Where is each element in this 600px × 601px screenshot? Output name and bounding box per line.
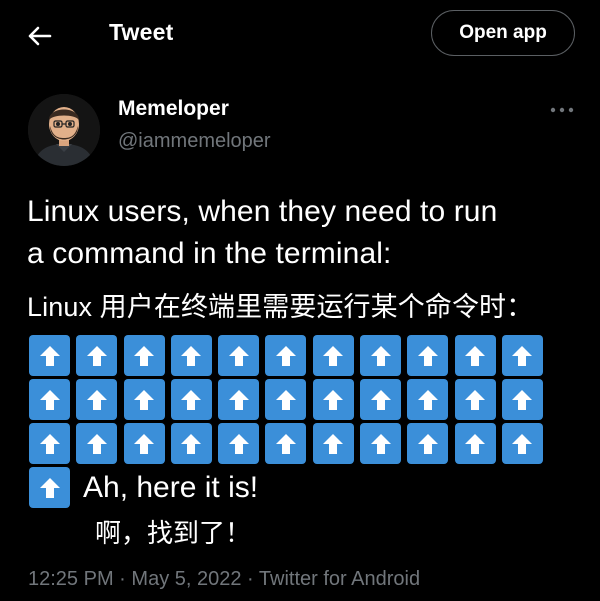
- up-arrow-emoji: [170, 379, 212, 420]
- tweet-time[interactable]: 12:25 PM: [28, 568, 114, 590]
- author-name[interactable]: Memeloper: [118, 97, 229, 121]
- up-arrow-emoji: [218, 335, 260, 376]
- tweet-text-line-1: Linux users, when they need to run: [27, 195, 498, 228]
- up-arrow-emoji: [170, 423, 212, 464]
- up-arrow-emoji-grid: [29, 335, 543, 464]
- tweet-text-line-2: a command in the terminal:: [27, 237, 392, 270]
- up-arrow-emoji: [454, 379, 496, 420]
- up-arrow-emoji: [501, 335, 543, 376]
- up-arrow-emoji: [312, 379, 354, 420]
- up-arrow-emoji: [29, 467, 70, 508]
- avatar-illustration: [28, 94, 100, 166]
- up-arrow-emoji: [407, 335, 449, 376]
- up-arrow-emoji: [29, 423, 70, 464]
- up-arrow-emoji: [407, 423, 449, 464]
- up-arrow-emoji: [170, 335, 212, 376]
- up-arrow-emoji: [360, 335, 402, 376]
- meta-separator: ·: [247, 568, 254, 590]
- more-options-button[interactable]: [548, 100, 576, 120]
- open-app-button[interactable]: Open app: [431, 10, 575, 56]
- tweet-punchline-chinese: 啊，找到了！: [95, 518, 252, 548]
- up-arrow-emoji: [76, 423, 118, 464]
- up-arrow-emoji: [265, 379, 307, 420]
- up-arrow-emoji: [123, 423, 165, 464]
- up-arrow-emoji: [407, 379, 449, 420]
- up-arrow-emoji: [360, 423, 402, 464]
- up-arrow-emoji: [218, 423, 260, 464]
- up-arrow-emoji: [312, 335, 354, 376]
- up-arrow-emoji: [312, 423, 354, 464]
- tweet-page: Tweet Open app Memeloper @iammemeloper L…: [0, 0, 600, 601]
- up-arrow-emoji: [501, 379, 543, 420]
- up-arrow-emoji: [123, 379, 165, 420]
- avatar[interactable]: [28, 94, 100, 166]
- up-arrow-emoji-last-row: [29, 467, 70, 508]
- up-arrow-emoji: [501, 423, 543, 464]
- up-arrow-emoji: [454, 423, 496, 464]
- author-handle[interactable]: @iammemeloper: [118, 130, 271, 153]
- tweet-meta: 12:25 PM · May 5, 2022 · Twitter for And…: [28, 568, 420, 591]
- up-arrow-emoji: [265, 335, 307, 376]
- up-arrow-emoji: [218, 379, 260, 420]
- up-arrow-emoji: [454, 335, 496, 376]
- back-arrow-icon: [28, 26, 52, 46]
- tweet-source[interactable]: Twitter for Android: [259, 568, 420, 590]
- page-title: Tweet: [109, 19, 174, 45]
- up-arrow-emoji: [123, 335, 165, 376]
- up-arrow-emoji: [360, 379, 402, 420]
- tweet-text-chinese: Linux 用户在终端里需要运行某个命令时：: [27, 292, 534, 322]
- up-arrow-emoji: [265, 423, 307, 464]
- up-arrow-emoji: [76, 379, 118, 420]
- more-options-icon: [550, 107, 574, 113]
- meta-separator: ·: [119, 568, 126, 590]
- up-arrow-emoji: [29, 335, 70, 376]
- back-button[interactable]: [22, 18, 58, 54]
- up-arrow-emoji: [29, 379, 70, 420]
- tweet-date[interactable]: May 5, 2022: [131, 568, 241, 590]
- up-arrow-emoji: [76, 335, 118, 376]
- tweet-punchline: Ah, here it is!: [83, 471, 259, 504]
